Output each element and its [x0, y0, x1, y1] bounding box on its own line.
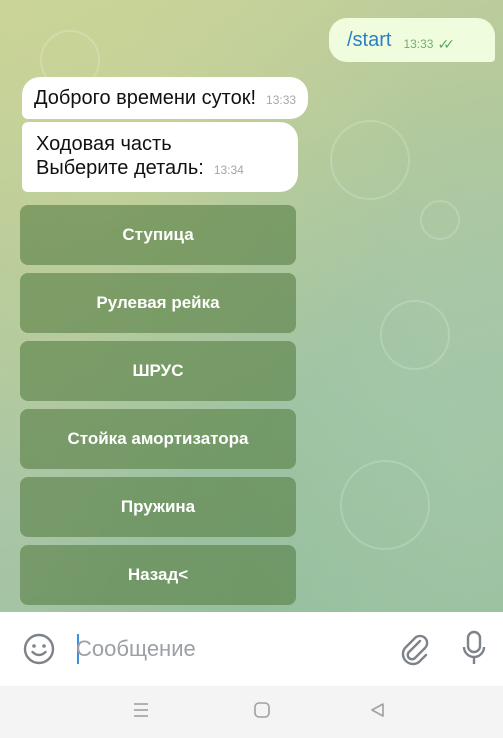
- message-input-bar: [0, 612, 503, 686]
- wallpaper-doodle: [330, 120, 410, 200]
- keyboard-button-back[interactable]: Назад<: [20, 545, 296, 605]
- mic-icon[interactable]: [462, 630, 486, 673]
- keyboard-button-shock-strut[interactable]: Стойка амортизатора: [20, 409, 296, 469]
- incoming-message-prompt[interactable]: Ходовая часть Выберите деталь: 13:34: [22, 122, 298, 192]
- outgoing-message[interactable]: /start 13:33 ✓✓: [329, 18, 495, 62]
- attach-icon[interactable]: [398, 632, 430, 671]
- back-icon[interactable]: [368, 700, 388, 726]
- keyboard-button-hub[interactable]: Ступица: [20, 205, 296, 265]
- message-time: 13:33: [403, 37, 434, 51]
- message-text: Доброго времени суток!: [34, 87, 257, 109]
- menu-icon[interactable]: [132, 700, 150, 726]
- keyboard-button-spring[interactable]: Пружина: [20, 477, 296, 537]
- double-check-icon: ✓✓: [437, 35, 455, 52]
- keyboard-button-steering-rack[interactable]: Рулевая рейка: [20, 273, 296, 333]
- home-icon[interactable]: [252, 700, 272, 726]
- message-time: 13:33: [266, 93, 297, 107]
- incoming-message-greeting[interactable]: Доброго времени суток! 13:33: [22, 77, 309, 119]
- system-nav-bar: [0, 686, 503, 738]
- wallpaper-doodle: [420, 200, 460, 240]
- emoji-icon[interactable]: [22, 632, 56, 671]
- command-text[interactable]: /start: [347, 29, 391, 52]
- message-text-line1: Ходовая часть: [36, 133, 172, 155]
- wallpaper-doodle: [340, 460, 430, 550]
- keyboard-button-cv-joint[interactable]: ШРУС: [20, 341, 296, 401]
- message-time: 13:34: [213, 163, 244, 177]
- message-input[interactable]: [76, 632, 376, 666]
- wallpaper-doodle: [380, 300, 450, 370]
- message-text-line2: Выберите деталь:: [36, 157, 204, 179]
- chat-area: /start 13:33 ✓✓ Доброго времени суток! 1…: [0, 0, 503, 612]
